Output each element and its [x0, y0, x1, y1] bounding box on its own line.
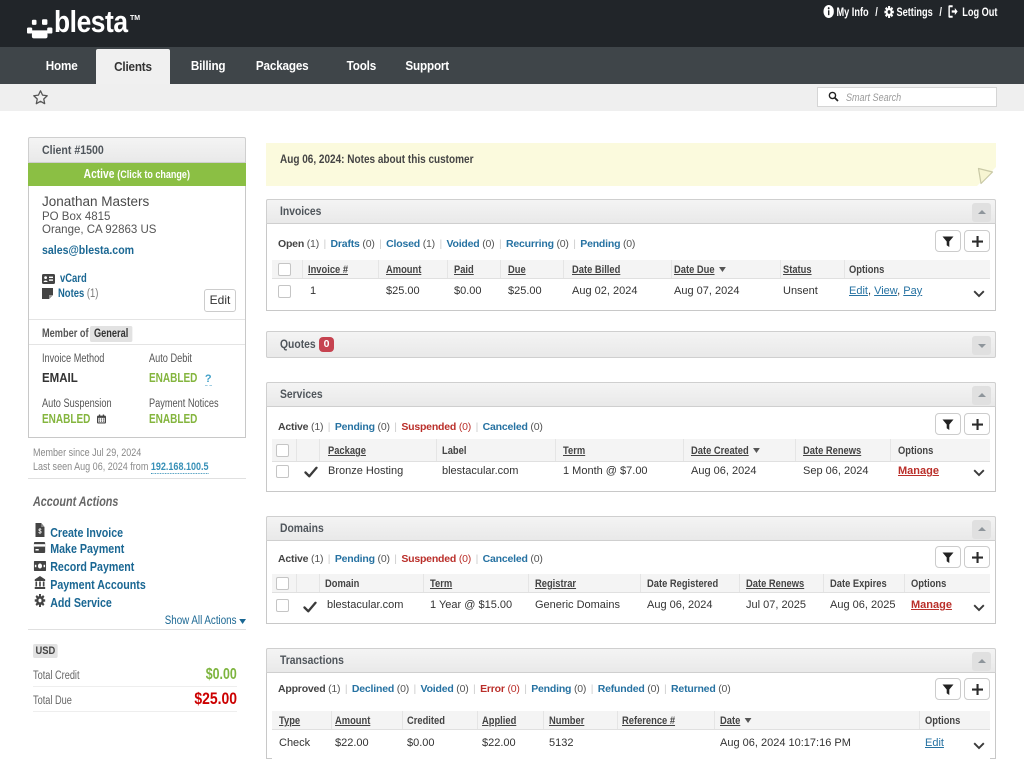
svg-text:$: $ — [38, 528, 42, 536]
